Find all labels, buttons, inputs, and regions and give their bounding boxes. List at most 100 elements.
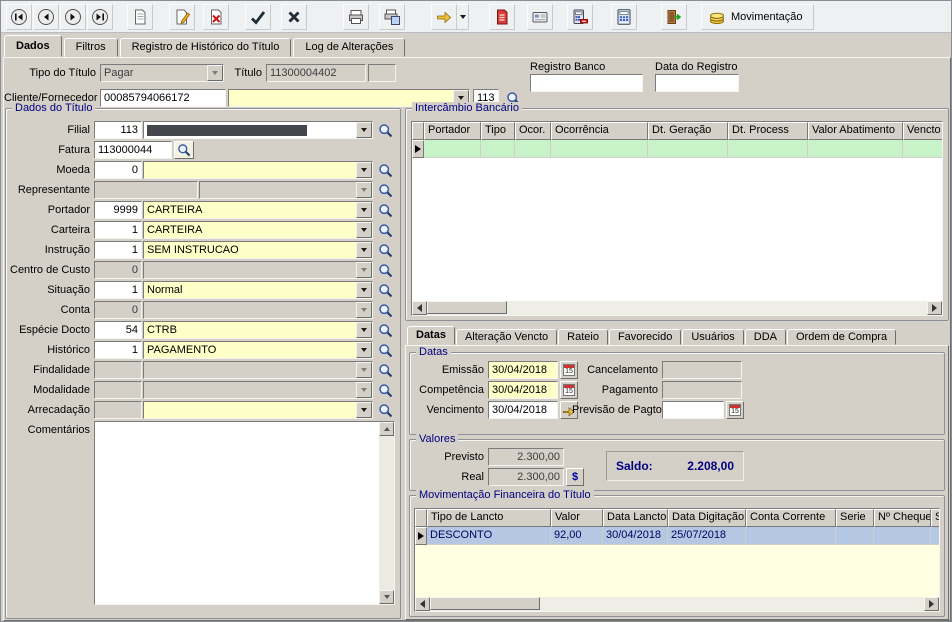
confirm-button[interactable]	[245, 4, 271, 30]
finalidade-combo[interactable]	[143, 361, 373, 379]
tab-usuarios[interactable]: Usuários	[682, 329, 743, 345]
cancel-button[interactable]	[281, 4, 307, 30]
titulo-sequence-field[interactable]	[368, 64, 396, 82]
filial-code-field[interactable]: 113	[94, 121, 142, 139]
arrecadacao-search-button[interactable]	[375, 401, 395, 419]
modalidade-combo[interactable]	[143, 381, 373, 399]
dropdown-arrow-icon[interactable]	[356, 202, 372, 218]
titulo-field[interactable]: 11300004402	[266, 64, 366, 82]
finalidade-code-field[interactable]	[94, 361, 142, 379]
situacao-combo[interactable]: Normal	[143, 281, 373, 299]
dropdown-arrow-icon[interactable]	[356, 162, 372, 178]
historico-code-field[interactable]: 1	[94, 341, 142, 359]
fatura-search-button[interactable]	[174, 141, 194, 159]
tab-filtros[interactable]: Filtros	[64, 38, 118, 57]
previsao-calendar-button[interactable]: 15	[726, 401, 744, 419]
scrollbar-thumb[interactable]	[430, 597, 540, 610]
conta-combo[interactable]	[143, 301, 373, 319]
carteira-search-button[interactable]	[375, 221, 395, 239]
portador-search-button[interactable]	[375, 201, 395, 219]
instrucao-code-field[interactable]: 1	[94, 241, 142, 259]
card-button[interactable]	[527, 4, 553, 30]
tab-favorecido[interactable]: Favorecido	[609, 329, 681, 345]
scrollbar-track[interactable]	[427, 301, 927, 315]
dropdown-arrow-icon[interactable]	[356, 362, 372, 378]
tab-ordem-compra[interactable]: Ordem de Compra	[787, 329, 896, 345]
instrucao-search-button[interactable]	[375, 241, 395, 259]
arrecadacao-combo[interactable]	[143, 401, 373, 419]
dropdown-arrow-icon[interactable]	[356, 242, 372, 258]
moeda-search-button[interactable]	[375, 161, 395, 179]
modalidade-search-button[interactable]	[375, 381, 395, 399]
dropdown-arrow-icon[interactable]	[356, 322, 372, 338]
edit-record-button[interactable]	[169, 4, 195, 30]
previsao-pagto-field[interactable]	[662, 401, 724, 419]
historico-search-button[interactable]	[375, 341, 395, 359]
money-button[interactable]: $	[566, 468, 584, 486]
first-record-button[interactable]	[6, 4, 32, 30]
situacao-code-field[interactable]: 1	[94, 281, 142, 299]
tab-rateio[interactable]: Rateio	[558, 329, 608, 345]
data-registro-field[interactable]	[655, 74, 739, 92]
modalidade-code-field[interactable]	[94, 381, 142, 399]
especie-combo[interactable]: CTRB	[143, 321, 373, 339]
comments-vscrollbar[interactable]	[379, 422, 394, 604]
moeda-combo[interactable]	[143, 161, 373, 179]
scroll-left-button[interactable]	[412, 301, 427, 315]
comments-input[interactable]	[95, 422, 379, 604]
vencimento-field[interactable]: 30/04/2018	[488, 401, 558, 419]
exit-button[interactable]	[661, 4, 687, 30]
conta-code-field[interactable]: 0	[94, 301, 142, 319]
situacao-search-button[interactable]	[375, 281, 395, 299]
dropdown-arrow-icon[interactable]	[207, 65, 223, 81]
dropdown-arrow-icon[interactable]	[356, 262, 372, 278]
dropdown-arrow-icon[interactable]	[356, 222, 372, 238]
movimentacao-hscrollbar[interactable]	[415, 597, 939, 611]
centro-custo-search-button[interactable]	[375, 261, 395, 279]
scroll-left-button[interactable]	[415, 597, 430, 611]
tab-alteracao-vencto[interactable]: Alteração Vencto	[456, 329, 557, 345]
tipo-titulo-combo[interactable]: Pagar	[100, 64, 224, 82]
centro-custo-code-field[interactable]: 0	[94, 261, 142, 279]
competencia-field[interactable]: 30/04/2018	[488, 381, 558, 399]
dropdown-arrow-icon[interactable]	[356, 402, 372, 418]
calculator-minus-button[interactable]	[567, 4, 593, 30]
carteira-combo[interactable]: CARTEIRA	[143, 221, 373, 239]
instrucao-combo[interactable]: SEM INSTRUCAO	[143, 241, 373, 259]
prior-record-button[interactable]	[33, 4, 59, 30]
scrollbar-thumb[interactable]	[427, 301, 507, 314]
print-button[interactable]	[343, 4, 369, 30]
real-field[interactable]: 2.300,00	[488, 468, 564, 486]
dropdown-arrow-icon[interactable]	[356, 342, 372, 358]
representante-combo[interactable]	[199, 181, 373, 199]
pagamento-field[interactable]	[662, 381, 742, 399]
carteira-code-field[interactable]: 1	[94, 221, 142, 239]
send-button[interactable]	[431, 4, 457, 30]
previsto-field[interactable]: 2.300,00	[488, 448, 564, 466]
dropdown-arrow-icon[interactable]	[356, 382, 372, 398]
scroll-right-button[interactable]	[927, 301, 942, 315]
last-record-button[interactable]	[87, 4, 113, 30]
especie-search-button[interactable]	[375, 321, 395, 339]
representante-search-button[interactable]	[375, 181, 395, 199]
historico-combo[interactable]: PAGAMENTO	[143, 341, 373, 359]
calculator-button[interactable]	[611, 4, 637, 30]
cliente-fornecedor-code-field[interactable]: 00085794066172	[100, 89, 226, 107]
especie-code-field[interactable]: 54	[94, 321, 142, 339]
tab-datas[interactable]: Datas	[407, 326, 455, 345]
conta-search-button[interactable]	[375, 301, 395, 319]
representante-code-field[interactable]	[94, 181, 198, 199]
pdf-button[interactable]	[489, 4, 515, 30]
moeda-code-field[interactable]: 0	[94, 161, 142, 179]
dropdown-arrow-icon[interactable]	[356, 122, 372, 138]
emissao-field[interactable]: 30/04/2018	[488, 361, 558, 379]
tab-dda[interactable]: DDA	[745, 329, 786, 345]
dropdown-arrow-icon[interactable]	[356, 302, 372, 318]
print-preview-button[interactable]	[379, 4, 405, 30]
portador-code-field[interactable]: 9999	[94, 201, 142, 219]
next-record-button[interactable]	[60, 4, 86, 30]
cancelamento-field[interactable]	[662, 361, 742, 379]
fatura-field[interactable]: 113000044	[94, 141, 172, 159]
tab-registro-historico[interactable]: Registro de Histórico do Título	[120, 38, 292, 57]
scrollbar-track[interactable]	[430, 597, 924, 611]
